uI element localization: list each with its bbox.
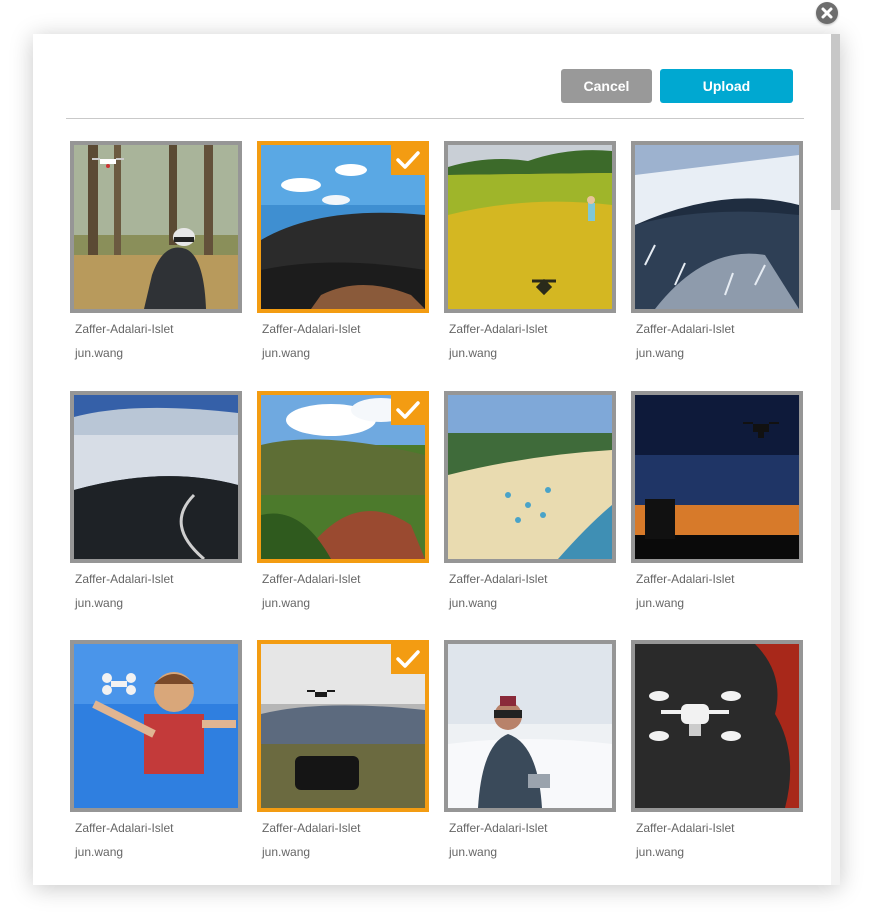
- photo-thumbnail[interactable]: [631, 141, 803, 313]
- photo-tile[interactable]: Zaffer-Adalari-Islet jun.wang: [70, 391, 242, 610]
- photo-grid: Zaffer-Adalari-Islet jun.wang Zaffer-Adala…: [70, 141, 810, 885]
- photo-author: jun.wang: [636, 845, 685, 859]
- photo-author: jun.wang: [75, 596, 124, 610]
- photo-thumbnail[interactable]: [70, 640, 242, 812]
- photo-thumbnail[interactable]: [257, 391, 429, 563]
- checkmark-icon: [391, 145, 425, 175]
- photo-tile[interactable]: Zaffer-Adalari-Islet jun.wang: [444, 391, 616, 610]
- photo-thumbnail[interactable]: [631, 391, 803, 563]
- photo-image: [448, 644, 612, 808]
- photo-tile[interactable]: Zaffer-Adalari-Islet jun.wang: [257, 141, 429, 360]
- photo-thumbnail[interactable]: [631, 640, 803, 812]
- photo-tile[interactable]: Zaffer-Adalari-Islet jun.wang: [631, 391, 803, 610]
- photo-picker-dialog: Cancel Upload Zaffer-Adalari-Islet jun.wa…: [33, 34, 840, 885]
- photo-thumbnail[interactable]: [70, 141, 242, 313]
- photo-image: [74, 145, 238, 309]
- photo-tile[interactable]: Zaffer-Adalari-Islet jun.wang: [257, 640, 429, 859]
- photo-tile[interactable]: Zaffer-Adalari-Islet jun.wang: [257, 391, 429, 610]
- photo-author: jun.wang: [449, 596, 498, 610]
- divider: [66, 118, 804, 119]
- checkmark-icon: [391, 644, 425, 674]
- scrollbar[interactable]: [831, 34, 840, 885]
- photo-author: jun.wang: [449, 845, 498, 859]
- photo-author: jun.wang: [262, 845, 311, 859]
- photo-image: [74, 644, 238, 808]
- photo-author: jun.wang: [262, 596, 311, 610]
- photo-tile[interactable]: Zaffer-Adalari-Islet jun.wang: [631, 640, 803, 859]
- photo-title: Zaffer-Adalari-Islet: [449, 322, 548, 336]
- photo-tile[interactable]: Zaffer-Adalari-Islet jun.wang: [631, 141, 803, 360]
- photo-tile[interactable]: Zaffer-Adalari-Islet jun.wang: [70, 141, 242, 360]
- cancel-button[interactable]: Cancel: [561, 69, 652, 103]
- photo-thumbnail[interactable]: [444, 141, 616, 313]
- close-icon[interactable]: [816, 2, 838, 24]
- photo-thumbnail[interactable]: [257, 640, 429, 812]
- photo-author: jun.wang: [75, 845, 124, 859]
- photo-image: [635, 644, 799, 808]
- photo-title: Zaffer-Adalari-Islet: [75, 572, 174, 586]
- photo-tile[interactable]: Zaffer-Adalari-Islet jun.wang: [444, 141, 616, 360]
- photo-image: [635, 145, 799, 309]
- photo-author: jun.wang: [636, 346, 685, 360]
- photo-author: jun.wang: [636, 596, 685, 610]
- photo-tile[interactable]: Zaffer-Adalari-Islet jun.wang: [444, 640, 616, 859]
- scrollbar-thumb[interactable]: [831, 34, 840, 210]
- photo-title: Zaffer-Adalari-Islet: [449, 821, 548, 835]
- photo-title: Zaffer-Adalari-Islet: [636, 572, 735, 586]
- photo-title: Zaffer-Adalari-Islet: [262, 821, 361, 835]
- photo-image: [74, 395, 238, 559]
- photo-thumbnail[interactable]: [444, 640, 616, 812]
- photo-title: Zaffer-Adalari-Islet: [636, 821, 735, 835]
- photo-thumbnail[interactable]: [257, 141, 429, 313]
- photo-title: Zaffer-Adalari-Islet: [262, 572, 361, 586]
- photo-title: Zaffer-Adalari-Islet: [449, 572, 548, 586]
- photo-image: [635, 395, 799, 559]
- photo-title: Zaffer-Adalari-Islet: [75, 821, 174, 835]
- photo-author: jun.wang: [449, 346, 498, 360]
- photo-thumbnail[interactable]: [70, 391, 242, 563]
- photo-title: Zaffer-Adalari-Islet: [636, 322, 735, 336]
- photo-title: Zaffer-Adalari-Islet: [262, 322, 361, 336]
- photo-image: [448, 395, 612, 559]
- photo-author: jun.wang: [75, 346, 124, 360]
- photo-thumbnail[interactable]: [444, 391, 616, 563]
- photo-title: Zaffer-Adalari-Islet: [75, 322, 174, 336]
- upload-button[interactable]: Upload: [660, 69, 793, 103]
- photo-author: jun.wang: [262, 346, 311, 360]
- photo-tile[interactable]: Zaffer-Adalari-Islet jun.wang: [70, 640, 242, 859]
- checkmark-icon: [391, 395, 425, 425]
- photo-image: [448, 145, 612, 309]
